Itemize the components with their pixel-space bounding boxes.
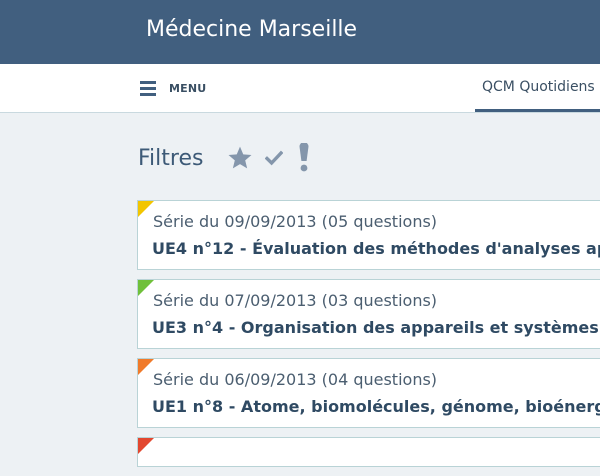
series-card[interactable]: Série du 09/09/2013 (05 questions) UE4 n… bbox=[137, 200, 600, 270]
app-title: Médecine Marseille bbox=[146, 17, 358, 42]
navbar: MENU QCM Quotidiens bbox=[0, 64, 600, 113]
difficulty-marker bbox=[138, 201, 154, 217]
tab-qcm-quotidiens-label[interactable]: QCM Quotidiens bbox=[482, 79, 595, 95]
series-date: Série du 09/09/2013 (05 questions) bbox=[153, 212, 438, 231]
series-date: Série du 06/09/2013 (04 questions) bbox=[153, 370, 438, 389]
series-title: UE4 n°12 - Évaluation des méthodes d'ana… bbox=[152, 239, 600, 258]
menu-button[interactable]: MENU bbox=[140, 78, 206, 98]
series-list: Série du 09/09/2013 (05 questions) UE4 n… bbox=[137, 200, 600, 476]
filters-label: Filtres bbox=[138, 145, 204, 171]
tab-qcm-quotidiens[interactable]: QCM Quotidiens bbox=[475, 64, 600, 112]
series-date: Série du 07/09/2013 (03 questions) bbox=[153, 291, 438, 310]
exclamation-icon[interactable] bbox=[297, 143, 311, 173]
difficulty-marker bbox=[138, 438, 154, 454]
difficulty-marker bbox=[138, 359, 154, 375]
series-title: UE1 n°8 - Atome, biomolécules, génome, b… bbox=[152, 397, 600, 416]
series-card[interactable] bbox=[137, 437, 600, 467]
filters-bar: Filtres bbox=[138, 140, 311, 176]
difficulty-marker bbox=[138, 280, 154, 296]
check-icon[interactable] bbox=[265, 149, 284, 167]
series-title: UE3 n°4 - Organisation des appareils et … bbox=[152, 318, 599, 337]
app-header: Médecine Marseille bbox=[0, 0, 600, 64]
series-card[interactable]: Série du 07/09/2013 (03 questions) UE3 n… bbox=[137, 279, 600, 349]
star-icon[interactable] bbox=[227, 145, 253, 171]
menu-label[interactable]: MENU bbox=[169, 82, 206, 95]
hamburger-icon[interactable] bbox=[140, 80, 156, 96]
series-card[interactable]: Série du 06/09/2013 (04 questions) UE1 n… bbox=[137, 358, 600, 428]
